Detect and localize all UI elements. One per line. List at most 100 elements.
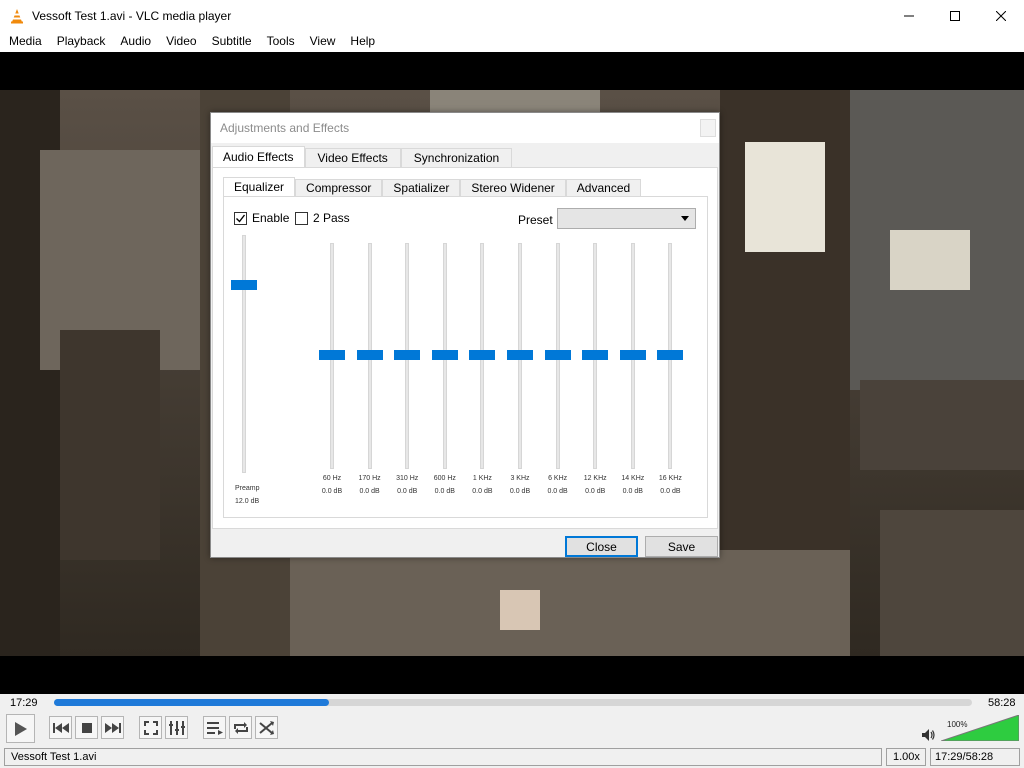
menu-view[interactable]: View: [303, 31, 344, 52]
slider-thumb[interactable]: [231, 280, 257, 290]
audio-subtab-bar: Equalizer Compressor Spatializer Stereo …: [223, 177, 642, 197]
checkmark-icon: [236, 214, 246, 223]
band-frequency: 12 KHz: [583, 475, 607, 482]
tab-video-effects[interactable]: Video Effects: [304, 148, 401, 168]
stop-icon: [81, 722, 92, 733]
preamp-value: 12.0 dB: [235, 498, 260, 505]
tab-equalizer[interactable]: Equalizer: [223, 177, 296, 197]
menu-tools[interactable]: Tools: [260, 31, 303, 52]
tab-spatializer[interactable]: Spatializer: [382, 179, 461, 197]
menu-media[interactable]: Media: [2, 31, 50, 52]
close-icon: [996, 10, 1006, 21]
fullscreen-icon: [143, 720, 158, 735]
menu-audio[interactable]: Audio: [113, 31, 159, 52]
slider-thumb[interactable]: [356, 350, 383, 360]
close-button[interactable]: Close: [565, 536, 638, 557]
tab-compressor[interactable]: Compressor: [295, 179, 383, 197]
tab-audio-effects[interactable]: Audio Effects: [212, 146, 305, 168]
effects-tab-bar: Audio Effects Video Effects Synchronizat…: [212, 146, 513, 168]
menu-subtitle[interactable]: Subtitle: [205, 31, 260, 52]
tab-synchronization[interactable]: Synchronization: [400, 148, 513, 168]
adjustments-effects-dialog: Adjustments and Effects Audio Effects Vi…: [210, 112, 720, 558]
minimize-button[interactable]: [886, 0, 932, 31]
band-frequency: 6 KHz: [548, 475, 568, 482]
seek-bar[interactable]: [54, 699, 972, 706]
play-button[interactable]: [6, 714, 35, 743]
status-time[interactable]: 17:29/58:28: [930, 748, 1020, 766]
play-icon: [14, 721, 27, 736]
band-gain: 0.0 dB: [472, 488, 493, 495]
shuffle-button[interactable]: [255, 716, 278, 739]
playlist-icon: [206, 721, 223, 735]
minimize-icon: [904, 15, 914, 16]
band-frequency: 3 KHz: [510, 475, 530, 482]
dialog-title: Adjustments and Effects: [220, 121, 350, 135]
slider-thumb[interactable]: [319, 350, 345, 360]
fullscreen-button[interactable]: [139, 716, 162, 739]
stop-button[interactable]: [75, 716, 98, 739]
band-frequency: 14 KHz: [621, 475, 645, 482]
menu-help[interactable]: Help: [343, 31, 383, 52]
tab-advanced[interactable]: Advanced: [565, 179, 642, 197]
dialog-close-button[interactable]: [700, 119, 716, 137]
player-controls: 17:29 58:28 100% Vessoft Test 1.avi 1.00…: [0, 694, 1024, 768]
slider-thumb[interactable]: [657, 350, 684, 360]
previous-button[interactable]: [49, 716, 72, 739]
band-gain: 0.0 dB: [660, 488, 681, 495]
total-time: 58:28: [988, 697, 1016, 709]
seek-progress: [54, 699, 330, 706]
slider-thumb[interactable]: [619, 350, 646, 360]
slider-track: [242, 235, 246, 473]
save-button[interactable]: Save: [645, 536, 718, 557]
slider-thumb[interactable]: [469, 350, 496, 360]
extended-settings-button[interactable]: [165, 716, 188, 739]
next-icon: [104, 722, 121, 733]
preset-label: Preset: [518, 213, 553, 227]
twopass-checkbox-row[interactable]: 2 Pass: [295, 211, 350, 225]
video-area[interactable]: Adjustments and Effects Audio Effects Vi…: [0, 52, 1024, 694]
band-gain: 0.0 dB: [622, 488, 643, 495]
enable-label: Enable: [252, 211, 290, 225]
dialog-title-bar: Adjustments and Effects: [211, 113, 719, 143]
slider-thumb[interactable]: [507, 350, 533, 360]
band-gain: 0.0 dB: [585, 488, 606, 495]
menu-video[interactable]: Video: [159, 31, 204, 52]
band-frequency: 600 Hz: [433, 475, 456, 482]
speaker-icon[interactable]: [922, 728, 936, 742]
slider-thumb[interactable]: [582, 350, 609, 360]
audio-effects-panel: Equalizer Compressor Spatializer Stereo …: [212, 167, 718, 529]
status-speed[interactable]: 1.00x: [886, 748, 926, 766]
status-filename: Vessoft Test 1.avi: [4, 748, 882, 766]
dropdown-arrow-icon: [681, 216, 689, 221]
band-gain: 0.0 dB: [359, 488, 380, 495]
band-gain: 0.0 dB: [509, 488, 531, 495]
band-gain: 0.0 dB: [434, 488, 455, 495]
preset-dropdown[interactable]: [557, 208, 696, 229]
maximize-button[interactable]: [932, 0, 978, 31]
maximize-icon: [950, 10, 960, 21]
close-window-button[interactable]: [978, 0, 1024, 31]
shuffle-icon: [258, 720, 274, 735]
vlc-cone-icon: [11, 8, 23, 23]
enable-checkbox[interactable]: [234, 211, 247, 225]
slider-thumb[interactable]: [394, 350, 421, 360]
band-frequency: 16 KHz: [658, 475, 682, 482]
band-gain: 0.0 dB: [397, 488, 418, 495]
next-button[interactable]: [101, 716, 124, 739]
status-bar: Vessoft Test 1.avi 1.00x 17:29/58:28: [0, 746, 1024, 768]
menu-playback[interactable]: Playback: [50, 31, 114, 52]
slider-thumb[interactable]: [431, 350, 458, 360]
band-frequency: 1 KHz: [472, 475, 492, 482]
twopass-label: 2 Pass: [313, 211, 350, 225]
loop-button[interactable]: [229, 716, 252, 739]
volume-slider[interactable]: [941, 715, 1019, 741]
tab-stereo-widener[interactable]: Stereo Widener: [460, 179, 566, 197]
twopass-checkbox[interactable]: [295, 211, 308, 225]
playlist-button[interactable]: [203, 716, 226, 739]
slider-thumb[interactable]: [544, 350, 571, 360]
band-gain: 0.0 dB: [547, 488, 568, 495]
equalizer-panel: Enable 2 Pass Preset Preamp 12.0 dB 60 H…: [223, 196, 708, 518]
previous-icon: [52, 722, 69, 733]
loop-icon: [233, 721, 248, 734]
enable-checkbox-row[interactable]: Enable: [234, 211, 289, 225]
